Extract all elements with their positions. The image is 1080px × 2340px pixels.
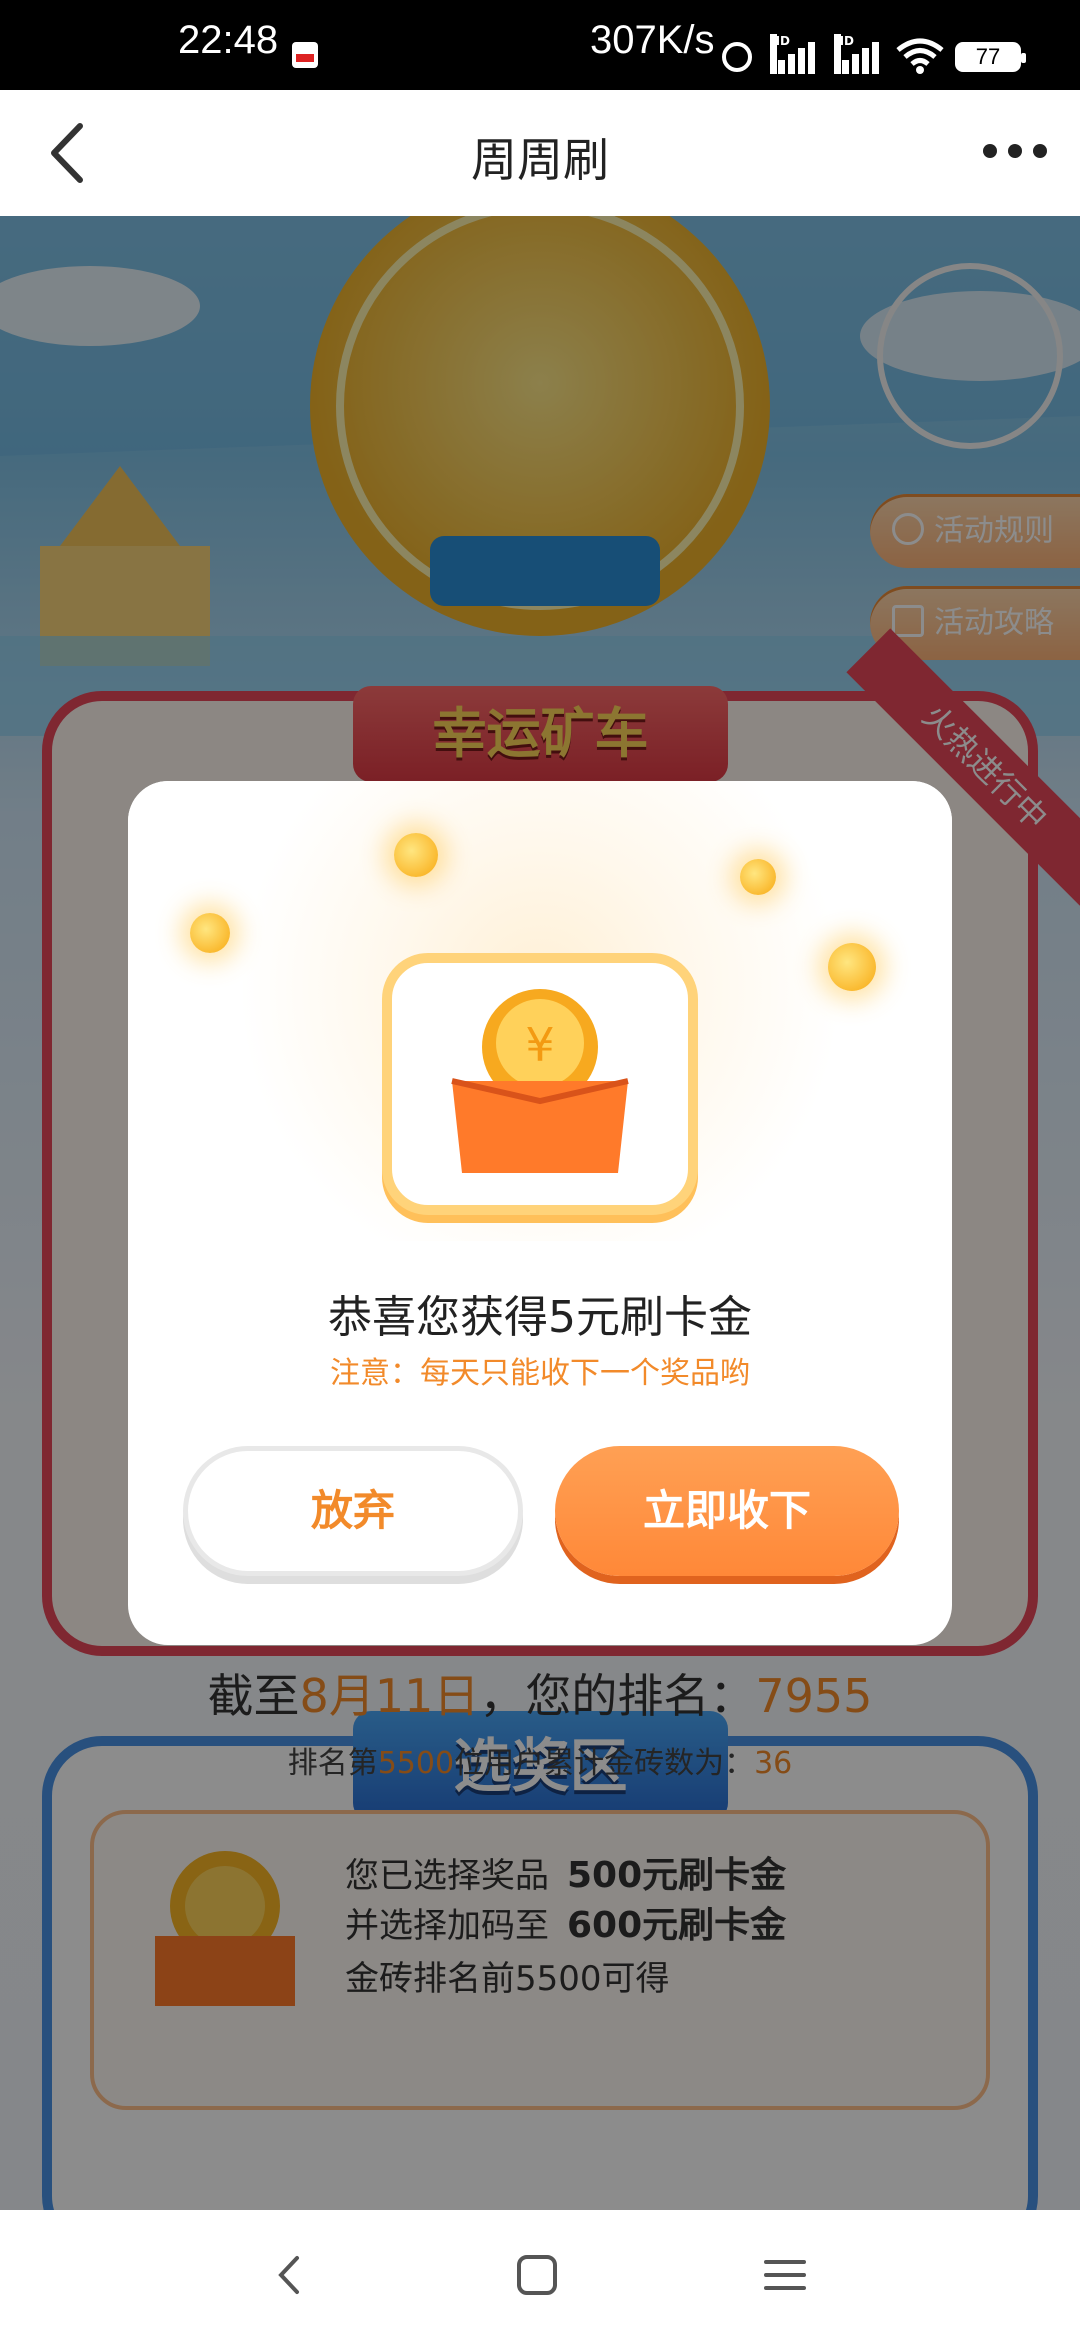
system-navigation-bar [0,2210,1080,2340]
notification-app-icon [292,42,318,68]
signal-2-icon: HD [834,34,882,74]
nav-bar: 周周刷 [0,90,1080,216]
flying-coin-icon [394,833,438,877]
accept-button[interactable]: 立即收下 [555,1446,899,1576]
signal-1-icon: HD [770,34,818,74]
give-up-button[interactable]: 放弃 [183,1446,523,1576]
reward-icon-frame: ¥ [382,953,698,1215]
status-bar: 22:48 307K/s HD HD 77 [0,0,1080,90]
more-options-icon[interactable] [980,134,1050,168]
flying-coin-icon [190,913,230,953]
battery-icon: 77 [955,42,1026,72]
wifi-icon [896,38,944,74]
system-back-icon[interactable] [265,2250,315,2300]
congrats-text: 恭喜您获得5元刷卡金 [328,1292,752,1343]
network-speed: 307K/s [590,18,715,62]
flying-coin-icon [828,943,876,991]
coin-gift-box-icon: ¥ [451,989,629,1173]
page-title: 周周刷 [471,133,609,187]
system-home-icon[interactable] [512,2250,562,2300]
alarm-icon [722,42,752,72]
system-menu-icon[interactable] [760,2250,810,2300]
flying-coin-icon [740,859,776,895]
svg-text:¥: ¥ [525,1018,554,1072]
status-time: 22:48 [178,18,279,62]
reward-dialog: ¥ 恭喜您获得5元刷卡金 注意：每天只能收下一个奖品哟 放弃 立即收下 [128,781,952,1645]
reward-note: 注意：每天只能收下一个奖品哟 [330,1356,750,1391]
